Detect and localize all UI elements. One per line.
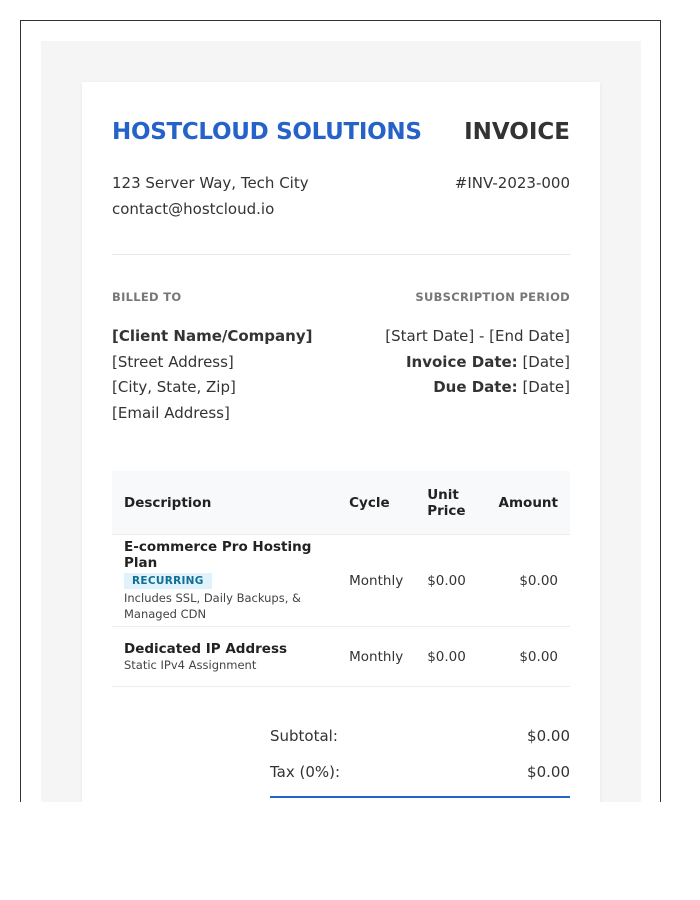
col-header-amount: Amount — [498, 494, 558, 511]
item-description-cell: Dedicated IP Address Static IPv4 Assignm… — [112, 626, 338, 687]
invoice-paper: HOSTCLOUD SOLUTIONS INVOICE 123 Server W… — [82, 82, 600, 802]
line-items-table: Description Cycle Unit Price Amount E-co… — [112, 471, 570, 687]
subscription-block: [Start Date] - [End Date] Invoice Date: … — [385, 324, 570, 401]
client-name: [Client Name/Company] — [112, 327, 313, 345]
item-amount: $0.00 — [485, 626, 570, 687]
item-name: E-commerce Pro Hosting Plan — [124, 539, 312, 571]
item-unit-price: $0.00 — [415, 534, 486, 627]
table-row: Dedicated IP Address Static IPv4 Assignm… — [112, 626, 570, 687]
subtotal-value: $0.00 — [527, 727, 570, 745]
recurring-badge: RECURRING — [124, 573, 212, 589]
tax-value: $0.00 — [527, 763, 570, 781]
col-header-cycle: Cycle — [349, 494, 390, 511]
header-divider — [112, 254, 570, 255]
invoice-title: INVOICE — [464, 119, 570, 145]
client-email: [Email Address] — [112, 403, 230, 422]
invoice-date-label: Invoice Date: — [405, 352, 518, 371]
item-detail: Includes SSL, Daily Backups, & Managed C… — [124, 591, 302, 621]
item-detail: Static IPv4 Assignment — [124, 657, 257, 672]
totals-divider — [270, 796, 570, 798]
company-address: 123 Server Way, Tech City — [112, 174, 309, 192]
item-cycle: Monthly — [337, 534, 416, 627]
subtotal-label: Subtotal: — [270, 727, 338, 745]
company-email: contact@hostcloud.io — [112, 200, 275, 218]
due-date-label: Due Date: — [433, 378, 518, 396]
item-unit-price: $0.00 — [415, 626, 486, 687]
col-header-description: Description — [124, 494, 212, 511]
subtotal-row: Subtotal: $0.00 — [270, 718, 570, 754]
client-street: [Street Address] — [112, 352, 234, 371]
company-name: HOSTCLOUD SOLUTIONS — [112, 119, 422, 145]
item-name: Dedicated IP Address — [124, 640, 288, 657]
item-description-cell: E-commerce Pro Hosting Plan RECURRING In… — [112, 534, 338, 627]
tax-row: Tax (0%): $0.00 — [270, 754, 570, 790]
table-header-row: Description Cycle Unit Price Amount — [112, 471, 570, 535]
subscription-period-label: SUBSCRIPTION PERIOD — [415, 290, 570, 304]
invoice-date-line: Invoice Date: [Date] — [385, 350, 570, 376]
col-header-unit-price: Unit Price — [427, 486, 466, 519]
invoice-date-value: [Date] — [522, 352, 570, 371]
due-date-value: [Date] — [522, 378, 570, 396]
totals-block: Subtotal: $0.00 Tax (0%): $0.00 — [270, 718, 570, 790]
item-amount: $0.00 — [485, 534, 570, 627]
billed-to-label: BILLED TO — [112, 290, 182, 304]
table-row: E-commerce Pro Hosting Plan RECURRING In… — [112, 534, 570, 627]
subscription-period: [Start Date] - [End Date] — [385, 327, 570, 345]
tax-label: Tax (0%): — [270, 763, 341, 781]
invoice-number: #INV-2023-000 — [454, 174, 570, 192]
page-frame: HOSTCLOUD SOLUTIONS INVOICE 123 Server W… — [20, 20, 661, 802]
billed-to-block: [Client Name/Company] [Street Address] [… — [112, 324, 312, 426]
page-backdrop: HOSTCLOUD SOLUTIONS INVOICE 123 Server W… — [41, 41, 641, 802]
due-date-line: Due Date: [Date] — [385, 375, 570, 401]
company-contact: 123 Server Way, Tech City contact@hostcl… — [112, 170, 309, 222]
client-city: [City, State, Zip] — [112, 378, 236, 396]
item-cycle: Monthly — [337, 626, 416, 687]
